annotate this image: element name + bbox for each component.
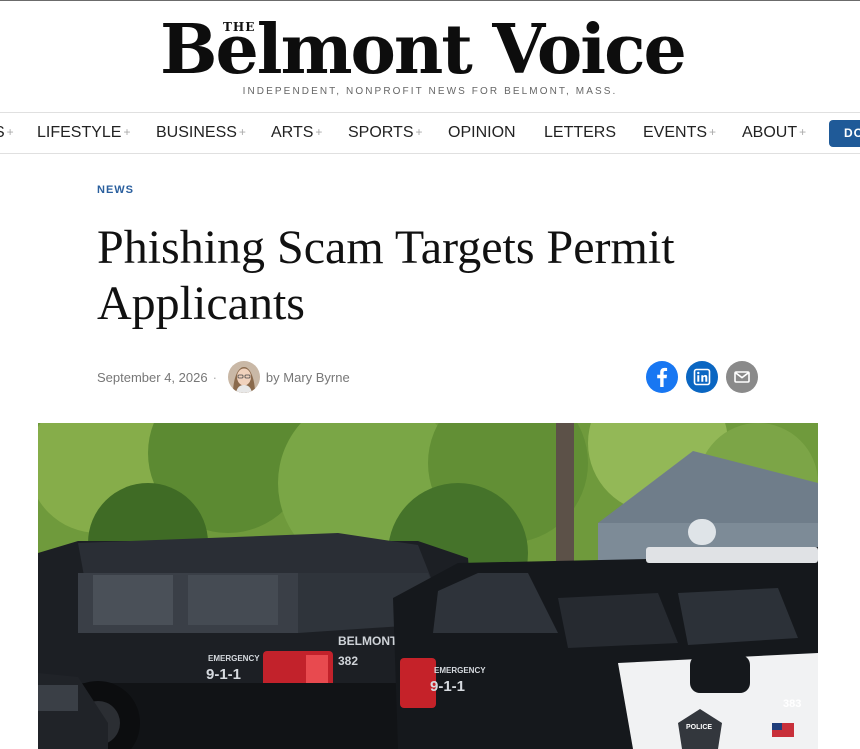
car-left-911: 9-1-1 xyxy=(206,666,241,683)
meta-separator: · xyxy=(212,369,217,385)
donate-button[interactable]: DO xyxy=(829,120,860,147)
police-badge: POLICE xyxy=(686,724,712,731)
linkedin-icon xyxy=(686,361,718,393)
share-linkedin-button[interactable] xyxy=(686,361,718,393)
nav-item-label: S xyxy=(0,124,5,141)
nav-item-label: SPORTS xyxy=(348,124,414,141)
car-left-number: 382 xyxy=(338,654,358,668)
nav-item-label: EVENTS xyxy=(643,124,708,141)
site-logo[interactable]: Belmont Voice xyxy=(160,8,700,92)
nav-item-label: BUSINESS xyxy=(156,124,237,141)
article-meta: September 4, 2026 · by Mary Byrne xyxy=(97,360,350,394)
nav-item-lifestyle[interactable]: LIFESTYLE + xyxy=(37,113,131,153)
plus-icon: + xyxy=(315,125,323,139)
share-email-button[interactable] xyxy=(726,361,758,393)
featured-image: BELMONT 382 EMERGENCY 9-1-1 EMERGENCY 9-… xyxy=(38,423,818,749)
article-category[interactable]: NEWS xyxy=(97,184,134,196)
plus-icon: + xyxy=(123,125,131,139)
email-icon xyxy=(726,361,758,393)
main-nav: S+ LIFESTYLE+ BUSINESS+ ARTS+ SPORTS+ OP… xyxy=(0,112,860,154)
car-right-number: 383 xyxy=(783,698,801,710)
facebook-icon xyxy=(646,361,678,393)
nav-item-label: LIFESTYLE xyxy=(37,124,122,141)
plus-icon: + xyxy=(6,125,14,139)
plus-icon: + xyxy=(709,125,717,139)
nav-item-sports[interactable]: SPORTS + xyxy=(348,113,423,153)
article-title: Phishing Scam Targets Permit Applicants xyxy=(97,221,675,330)
car-right-emergency: EMERGENCY xyxy=(434,666,486,675)
nav-item-opinion[interactable]: OPINION xyxy=(448,113,516,153)
site-tagline: INDEPENDENT, NONPROFIT NEWS FOR BELMONT,… xyxy=(242,86,618,97)
nav-item-label: ARTS xyxy=(271,124,314,141)
nav-item-about[interactable]: ABOUT + xyxy=(742,113,806,153)
nav-item-letters[interactable]: LETTERS xyxy=(544,113,616,153)
plus-icon: + xyxy=(415,125,423,139)
car-right-911: 9-1-1 xyxy=(430,678,465,695)
car-left-lettering: BELMONT xyxy=(338,634,398,648)
nav-item-label: OPINION xyxy=(448,124,516,141)
masthead: THE Belmont Voice INDEPENDENT, NONPROFIT… xyxy=(0,0,860,110)
article-date: September 4, 2026 xyxy=(97,369,208,385)
share-facebook-button[interactable] xyxy=(646,361,678,393)
nav-item-news[interactable]: S+ xyxy=(0,113,14,153)
nav-item-events[interactable]: EVENTS + xyxy=(643,113,716,153)
nav-item-label: ABOUT xyxy=(742,124,798,141)
plus-icon: + xyxy=(238,125,246,139)
article-byline[interactable]: by Mary Byrne xyxy=(266,370,350,385)
plus-icon: + xyxy=(799,125,807,139)
nav-item-business[interactable]: BUSINESS + xyxy=(156,113,246,153)
nav-item-label: LETTERS xyxy=(544,124,617,141)
nav-item-arts[interactable]: ARTS + xyxy=(271,113,322,153)
car-left-emergency: EMERGENCY xyxy=(208,654,260,663)
author-avatar[interactable] xyxy=(227,361,260,393)
